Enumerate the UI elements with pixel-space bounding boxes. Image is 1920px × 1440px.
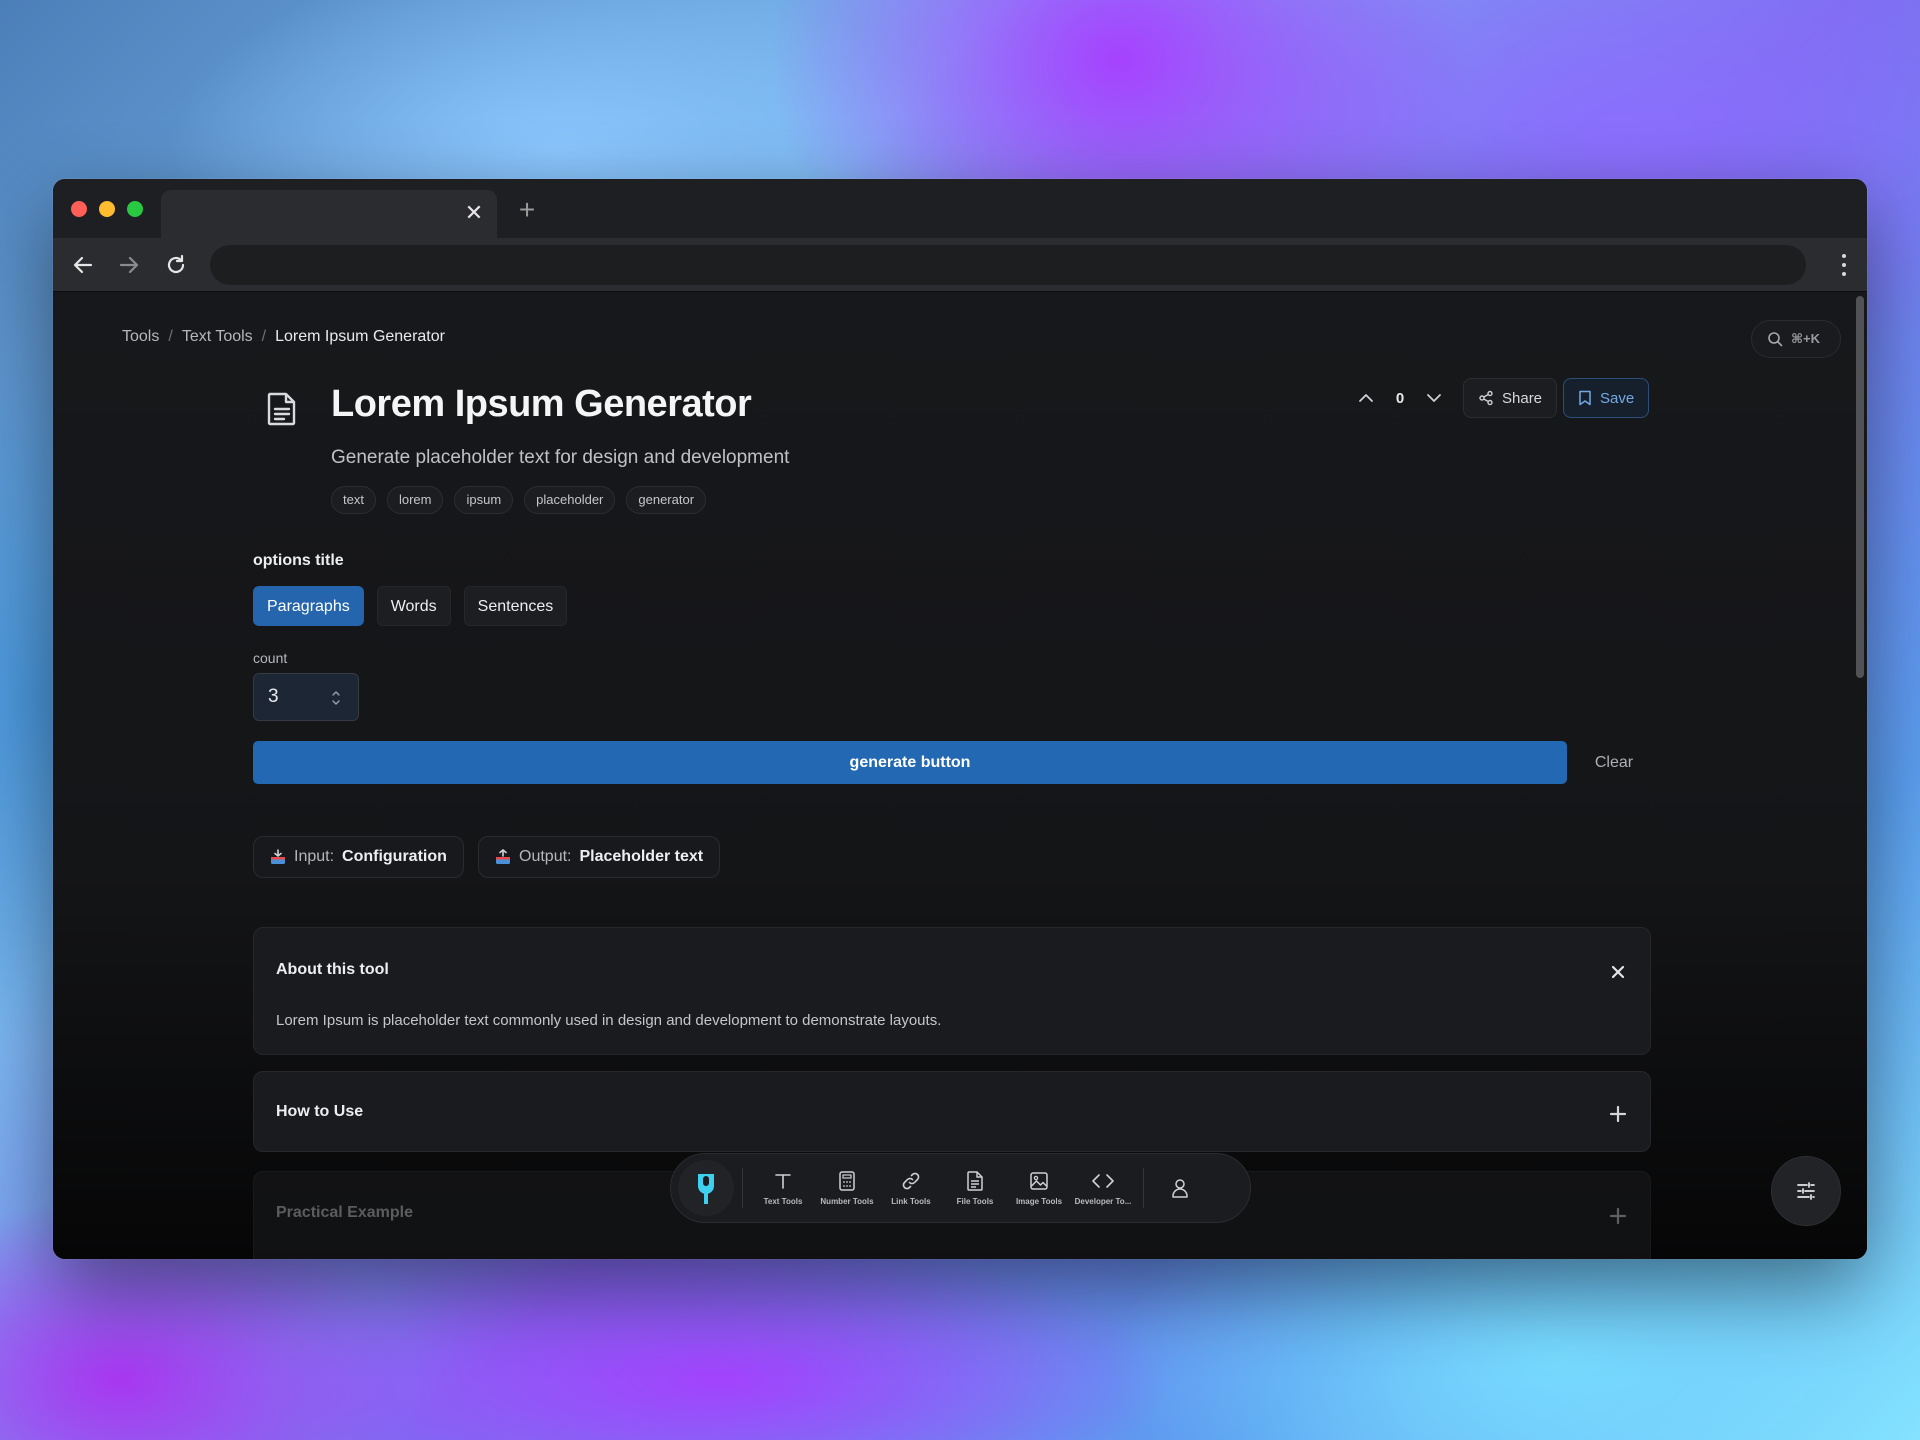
tag-generator[interactable]: generator xyxy=(626,486,707,514)
input-value: Configuration xyxy=(342,848,447,865)
tag-list: text lorem ipsum placeholder generator xyxy=(331,486,707,514)
dock-file-tools[interactable]: File Tools xyxy=(943,1170,1007,1206)
title-bar: ✕ + xyxy=(53,179,1867,238)
browser-toolbar xyxy=(53,238,1867,292)
link-icon xyxy=(902,1172,920,1189)
user-icon[interactable] xyxy=(1152,1178,1208,1198)
bookmark-icon xyxy=(1579,390,1591,406)
share-label: Share xyxy=(1502,389,1543,407)
options-title: options title xyxy=(253,552,344,569)
about-title: About this tool xyxy=(276,961,389,978)
outbox-tray-icon xyxy=(496,849,510,864)
breadcrumb-current: Lorem Ipsum Generator xyxy=(275,328,445,345)
tag-ipsum[interactable]: ipsum xyxy=(454,486,514,514)
share-icon xyxy=(1479,390,1493,406)
dock-label: Image Tools xyxy=(1015,1196,1063,1206)
breadcrumb: Tools / Text Tools / Lorem Ipsum Generat… xyxy=(122,328,445,346)
document-icon xyxy=(267,392,296,426)
input-label: Input: xyxy=(294,848,335,865)
breadcrumb-separator: / xyxy=(261,328,267,345)
image-icon xyxy=(1030,1171,1048,1190)
dock-label: Text Tools xyxy=(763,1196,803,1206)
how-to-use-card[interactable]: How to Use xyxy=(253,1071,1651,1152)
generate-button[interactable]: generate button xyxy=(253,741,1567,784)
close-tab-icon[interactable]: ✕ xyxy=(463,202,485,224)
breadcrumb-text-tools[interactable]: Text Tools xyxy=(182,328,253,346)
back-arrow-icon[interactable] xyxy=(67,249,99,281)
inbox-tray-icon xyxy=(271,849,285,864)
count-value: 3 xyxy=(268,686,279,707)
downvote-chevron-down-icon[interactable] xyxy=(1417,381,1451,415)
input-chip: Input: Configuration xyxy=(253,836,464,878)
clear-button[interactable]: Clear xyxy=(1577,741,1651,784)
share-button[interactable]: Share xyxy=(1463,378,1558,418)
reload-icon[interactable] xyxy=(160,249,192,281)
breadcrumb-tools[interactable]: Tools xyxy=(122,328,159,346)
dock-link-tools[interactable]: Link Tools xyxy=(879,1171,943,1206)
dock-developer-tools[interactable]: Developer To... xyxy=(1071,1171,1135,1206)
tag-lorem[interactable]: lorem xyxy=(386,486,444,514)
vote-count: 0 xyxy=(1395,389,1405,407)
count-input[interactable]: 3 xyxy=(253,673,359,721)
dock-label: Developer To... xyxy=(1074,1196,1132,1206)
output-label: Output: xyxy=(519,848,572,865)
practical-example-title: Practical Example xyxy=(276,1204,413,1221)
maximize-window-button[interactable] xyxy=(127,201,143,217)
close-icon[interactable] xyxy=(1608,962,1628,982)
dock-text-tools[interactable]: Text Tools xyxy=(751,1171,815,1206)
plus-icon[interactable] xyxy=(1608,1206,1628,1226)
settings-sliders-button[interactable] xyxy=(1771,1156,1841,1226)
minimize-window-button[interactable] xyxy=(99,201,115,217)
tag-text[interactable]: text xyxy=(331,486,376,514)
save-label: Save xyxy=(1600,389,1635,407)
how-to-use-title: How to Use xyxy=(276,1103,364,1120)
calculator-icon xyxy=(839,1170,855,1191)
page-subtitle: Generate placeholder text for design and… xyxy=(331,447,790,468)
browser-tab[interactable]: ✕ xyxy=(161,190,497,238)
stepper-chevrons-icon[interactable] xyxy=(331,689,341,707)
plus-icon[interactable] xyxy=(1608,1104,1628,1124)
search-shortcut: ⌘+K xyxy=(1791,331,1821,346)
about-card: About this tool Lorem Ipsum is placehold… xyxy=(253,927,1651,1055)
file-icon xyxy=(967,1170,983,1191)
sliders-icon xyxy=(1797,1182,1815,1200)
count-label: count xyxy=(253,650,288,666)
about-body: Lorem Ipsum is placeholder text commonly… xyxy=(276,1012,942,1029)
dock-label: File Tools xyxy=(956,1196,994,1206)
code-brackets-icon xyxy=(1092,1173,1114,1188)
dock-image-tools[interactable]: Image Tools xyxy=(1007,1171,1071,1206)
text-t-icon xyxy=(775,1173,791,1189)
vote-control: 0 xyxy=(1349,378,1451,418)
breadcrumb-separator: / xyxy=(168,328,173,345)
close-window-button[interactable] xyxy=(71,201,87,217)
mode-paragraphs-button[interactable]: Paragraphs xyxy=(253,586,364,626)
mode-sentences-button[interactable]: Sentences xyxy=(463,586,568,626)
app-logo-icon[interactable] xyxy=(678,1160,734,1216)
upvote-chevron-up-icon[interactable] xyxy=(1349,381,1383,415)
dock-divider xyxy=(1143,1168,1144,1208)
search-button[interactable]: ⌘+K xyxy=(1751,320,1841,358)
search-icon xyxy=(1768,332,1783,347)
dock-divider xyxy=(742,1168,743,1208)
output-chip: Output: Placeholder text xyxy=(478,836,721,878)
output-value: Placeholder text xyxy=(579,848,704,865)
address-bar[interactable] xyxy=(210,245,1806,285)
mode-selector: Paragraphs Words Sentences xyxy=(253,586,568,626)
dock-number-tools[interactable]: Number Tools xyxy=(815,1170,879,1206)
mode-words-button[interactable]: Words xyxy=(376,586,451,626)
page-title: Lorem Ipsum Generator xyxy=(331,383,752,425)
dock-label: Link Tools xyxy=(891,1196,931,1206)
browser-menu-icon[interactable] xyxy=(1839,251,1849,279)
page-content: Tools / Text Tools / Lorem Ipsum Generat… xyxy=(53,292,1867,1259)
tag-placeholder[interactable]: placeholder xyxy=(524,486,616,514)
new-tab-icon[interactable]: + xyxy=(512,195,542,225)
save-button[interactable]: Save xyxy=(1563,378,1650,418)
scrollbar-thumb[interactable] xyxy=(1856,296,1864,678)
dock-label: Number Tools xyxy=(820,1196,874,1206)
browser-window: ✕ + Tools / Text Tools / Lorem Ipsum Gen… xyxy=(53,179,1867,1259)
tool-dock: Text Tools Number Tools Link Tools File … xyxy=(670,1153,1251,1223)
forward-arrow-icon[interactable] xyxy=(113,249,145,281)
